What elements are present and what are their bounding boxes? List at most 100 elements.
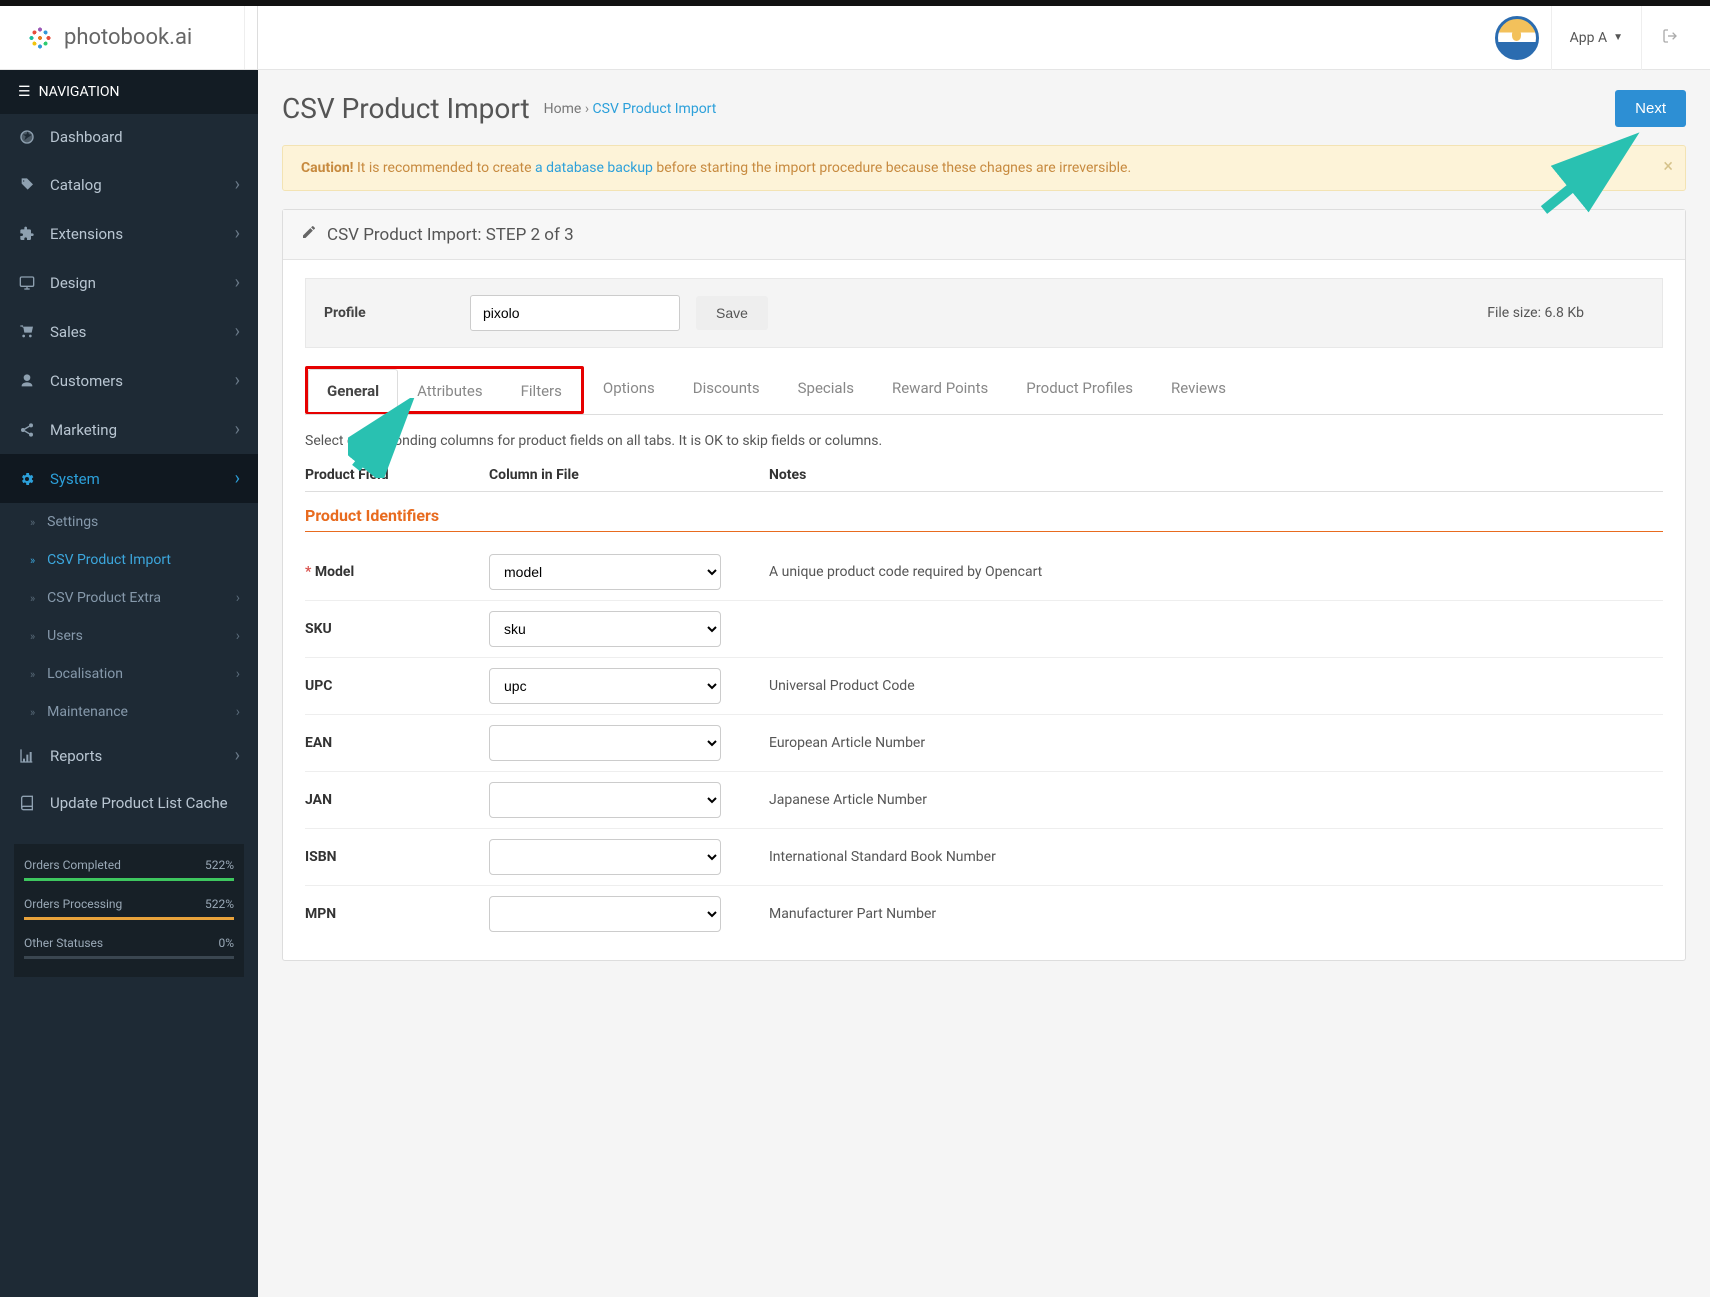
alert-close-button[interactable]: ×: [1663, 156, 1673, 177]
tab-filters[interactable]: Filters: [502, 369, 581, 412]
stat-label: Orders Completed: [24, 858, 121, 872]
field-select-mpn[interactable]: [489, 896, 721, 932]
tab-reviews[interactable]: Reviews: [1152, 366, 1245, 415]
save-button[interactable]: Save: [696, 296, 768, 330]
app-menu[interactable]: App A ▼: [1551, 6, 1641, 70]
field-row-upc: UPCupcUniversal Product Code: [305, 657, 1663, 714]
sidebar-item-label: System: [50, 470, 100, 488]
field-note: International Standard Book Number: [721, 849, 1663, 865]
sidebar-item-label: Catalog: [50, 176, 102, 194]
stat-bar: [24, 917, 234, 920]
main-panel: CSV Product Import: STEP 2 of 3 Profile …: [282, 209, 1686, 961]
tab-specials[interactable]: Specials: [779, 366, 873, 415]
sidebar-item-marketing[interactable]: Marketing: [0, 405, 258, 454]
col-field: Product Field: [305, 467, 489, 483]
field-row-mpn: MPNManufacturer Part Number: [305, 885, 1663, 942]
col-notes: Notes: [769, 467, 806, 483]
dashboard-icon: [18, 129, 36, 145]
tab-discounts[interactable]: Discounts: [674, 366, 779, 415]
logo[interactable]: photobook.ai: [0, 6, 245, 69]
field-select-jan[interactable]: [489, 782, 721, 818]
sidebar-item-design[interactable]: Design: [0, 258, 258, 307]
tab-attributes[interactable]: Attributes: [398, 369, 502, 412]
stat-row: Orders Completed522%: [14, 852, 244, 874]
app-menu-label: App A: [1570, 30, 1607, 46]
profile-label: Profile: [324, 305, 454, 321]
nav-title: NAVIGATION: [39, 84, 120, 100]
sub-item-settings[interactable]: » Settings: [0, 503, 258, 541]
chevron-right-icon: »: [30, 706, 35, 719]
sidebar-item-extensions[interactable]: Extensions: [0, 209, 258, 258]
logout-button[interactable]: [1641, 6, 1698, 70]
profile-input[interactable]: [470, 295, 680, 331]
gear-icon: [18, 471, 36, 487]
tab-options[interactable]: Options: [584, 366, 674, 415]
breadcrumb-home[interactable]: Home: [544, 101, 582, 117]
nav-header: ☰ NAVIGATION: [0, 70, 258, 114]
sub-item-localisation[interactable]: »Localisation: [0, 655, 258, 693]
field-label: JAN: [305, 792, 489, 808]
page-head: CSV Product Import Home › CSV Product Im…: [282, 90, 1686, 127]
sidebar-item-update-product-list-cache[interactable]: Update Product List Cache: [0, 780, 258, 826]
book-icon: [18, 795, 36, 811]
tab-product-profiles[interactable]: Product Profiles: [1007, 366, 1152, 415]
next-button[interactable]: Next: [1615, 90, 1686, 127]
stat-label: Other Statuses: [24, 936, 103, 950]
logout-icon: [1662, 28, 1678, 48]
sidebar-item-label: Design: [50, 274, 96, 292]
field-note: A unique product code required by Openca…: [721, 564, 1663, 580]
sidebar: photobook.ai ☰ NAVIGATION Dashboard Catal…: [0, 6, 258, 1297]
avatar[interactable]: [1495, 16, 1539, 60]
field-select-isbn[interactable]: [489, 839, 721, 875]
main: App A ▼ CSV Product Import Home › CSV Pr…: [258, 6, 1710, 1297]
sidebar-item-label: Customers: [50, 372, 123, 390]
stat-bar: [24, 878, 234, 881]
chart-icon: [18, 748, 36, 764]
field-note: Manufacturer Part Number: [721, 906, 1663, 922]
field-row-jan: JANJapanese Article Number: [305, 771, 1663, 828]
field-row-ean: EANEuropean Article Number: [305, 714, 1663, 771]
field-select-upc[interactable]: upc: [489, 668, 721, 704]
sub-item-label: Settings: [47, 514, 98, 530]
field-row-isbn: ISBNInternational Standard Book Number: [305, 828, 1663, 885]
sidebar-item-system[interactable]: System: [0, 454, 258, 503]
alert-bold: Caution!: [301, 160, 353, 176]
sub-item-csv-product-import[interactable]: »CSV Product Import: [0, 541, 258, 579]
monitor-icon: [18, 275, 36, 291]
section-title: Product Identifiers: [305, 506, 1663, 532]
sidebar-item-catalog[interactable]: Catalog: [0, 160, 258, 209]
file-size: File size: 6.8 Kb: [1487, 305, 1644, 321]
sidebar-item-dashboard[interactable]: Dashboard: [0, 114, 258, 160]
field-note: European Article Number: [721, 735, 1663, 751]
column-headers: Product Field Column in File Notes: [305, 467, 1663, 492]
tab-general[interactable]: General: [308, 369, 398, 412]
tab-reward-points[interactable]: Reward Points: [873, 366, 1007, 415]
alert-text1: It is recommended to create: [353, 160, 535, 176]
instruction: Select corresponding columns for product…: [305, 433, 1663, 449]
chevron-right-icon: »: [30, 630, 35, 643]
tabs-highlight-annotation: General Attributes Filters: [305, 366, 584, 414]
tag-icon: [18, 177, 36, 193]
sidebar-item-sales[interactable]: Sales: [0, 307, 258, 356]
sidebar-item-label: Marketing: [50, 421, 117, 439]
sub-item-label: Maintenance: [47, 704, 128, 720]
breadcrumb-sep: ›: [585, 101, 593, 117]
field-select-ean[interactable]: [489, 725, 721, 761]
sub-item-users[interactable]: » Users: [0, 617, 258, 655]
breadcrumb-current[interactable]: CSV Product Import: [593, 101, 717, 117]
sidebar-item-customers[interactable]: Customers: [0, 356, 258, 405]
share-icon: [18, 422, 36, 438]
sidebar-item-label: Dashboard: [50, 128, 123, 146]
sub-item-maintenance[interactable]: » Maintenance: [0, 693, 258, 731]
alert-link[interactable]: a database backup: [535, 160, 653, 176]
sub-item-csv-product-extra[interactable]: »CSV Product Extra: [0, 579, 258, 617]
field-label: SKU: [305, 621, 489, 637]
field-select-model[interactable]: model: [489, 554, 721, 590]
chevron-right-icon: »: [30, 516, 35, 529]
hamburger-icon: ☰: [18, 84, 31, 100]
stat-value: 0%: [218, 936, 234, 950]
field-select-sku[interactable]: sku: [489, 611, 721, 647]
pencil-icon: [301, 224, 317, 245]
sidebar-item-reports[interactable]: Reports: [0, 731, 258, 780]
sub-item-label: Users: [47, 628, 83, 644]
